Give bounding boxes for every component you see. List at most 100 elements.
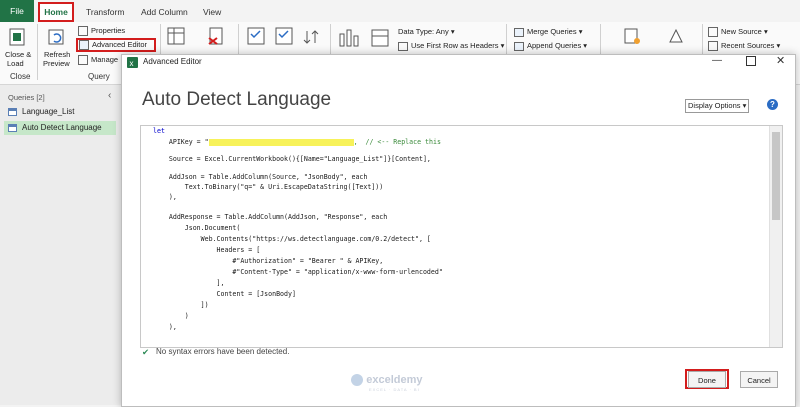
redacted-api-key <box>208 138 354 146</box>
code-text: #"Content-Type" = "application/x-www-for… <box>153 268 443 276</box>
append-queries-label: Append Queries <box>527 41 582 50</box>
close-load-label-2[interactable]: Load <box>7 59 24 68</box>
code-line: #"Content-Type" = "application/x-www-for… <box>153 267 443 277</box>
code-line: Json.Document( <box>153 223 241 233</box>
recent-sources-icon <box>708 41 718 52</box>
manage-button[interactable]: Manage <box>78 55 119 66</box>
tab-view[interactable]: View <box>203 4 221 20</box>
table-icon <box>8 123 17 132</box>
queries-pane: Queries [2] ‹ Language_List Auto Detect … <box>0 85 122 405</box>
properties-button[interactable]: Properties <box>78 26 125 37</box>
query-heading: Auto Detect Language <box>142 89 332 110</box>
code-text: Source = Excel.CurrentWorkbook(){[Name="… <box>153 155 431 163</box>
close-load-icon[interactable] <box>8 27 28 47</box>
azure-ml-icon[interactable] <box>666 26 686 46</box>
code-line: Web.Contents("https://ws.detectlanguage.… <box>153 234 431 244</box>
text-analytics-icon[interactable] <box>622 26 642 46</box>
svg-text:x: x <box>130 59 134 68</box>
display-options-label: Display Options <box>688 101 741 110</box>
done-button[interactable]: Done <box>688 371 726 388</box>
code-line: AddJson = Table.AddColumn(Source, "JsonB… <box>153 172 368 182</box>
maximize-icon[interactable] <box>746 56 756 66</box>
code-text: ), <box>153 193 177 201</box>
query-item-language-list[interactable]: Language_List <box>4 105 116 119</box>
new-source-icon <box>708 27 718 38</box>
remove-rows-icon[interactable] <box>274 26 294 46</box>
manage-icon <box>78 55 88 66</box>
code-line: let <box>153 126 165 136</box>
watermark-tagline: EXCEL · DATA · BI <box>369 387 420 392</box>
recent-sources-button[interactable]: Recent Sources ▾ <box>708 41 780 52</box>
advanced-editor-button[interactable]: Advanced Editor <box>79 40 148 51</box>
manage-label: Manage <box>91 55 119 64</box>
code-editor[interactable]: let APIKey = " , // <-- Replace this Sour… <box>140 125 783 348</box>
properties-icon <box>78 26 88 37</box>
code-line: Content = [JsonBody] <box>153 289 296 299</box>
code-line: ), <box>153 192 177 202</box>
code-line: ], <box>153 278 225 288</box>
dialog-titlebar: x Advanced Editor — ✕ <box>122 55 795 69</box>
append-queries-button[interactable]: Append Queries ▾ <box>514 41 587 51</box>
code-text: Web.Contents("https://ws.detectlanguage.… <box>153 235 431 243</box>
data-type-label: Data Type: Any <box>398 27 449 36</box>
code-comment: , // <-- Replace this <box>353 138 441 146</box>
group-by-icon[interactable] <box>370 28 392 48</box>
append-queries-icon <box>514 41 524 51</box>
query-item-label: Auto Detect Language <box>22 123 102 132</box>
close-icon[interactable]: ✕ <box>776 54 785 67</box>
advanced-editor-dialog: x Advanced Editor — ✕ Auto Detect Langua… <box>121 54 796 407</box>
code-line: Text.ToBinary("q=" & Uri.EscapeDataStrin… <box>153 182 384 192</box>
exceldemy-logo-icon <box>351 374 363 386</box>
table-icon <box>8 107 17 116</box>
editor-scrollbar[interactable] <box>769 126 782 347</box>
tab-home[interactable]: Home <box>38 2 74 22</box>
split-column-icon[interactable] <box>338 28 360 48</box>
ribbon-tabbar: File Home Transform Add Column View <box>0 0 800 22</box>
display-options-dropdown[interactable]: Display Options ▾ <box>685 99 750 113</box>
code-text: ]) <box>153 301 209 309</box>
cancel-button[interactable]: Cancel <box>740 371 778 388</box>
refresh-preview-label-1[interactable]: Refresh <box>44 50 70 59</box>
syntax-status: No syntax errors have been detected. <box>156 347 290 356</box>
remove-columns-icon[interactable] <box>206 26 226 46</box>
separator <box>37 24 38 80</box>
watermark-name: exceldemy <box>366 374 423 386</box>
tab-file[interactable]: File <box>0 0 34 22</box>
use-first-row-icon <box>398 41 408 51</box>
code-text: ) <box>153 312 189 320</box>
code-text: Json.Document( <box>153 224 241 232</box>
code-line: #"Authorization" = "Bearer " & APIKey, <box>153 256 383 266</box>
code-text: Headers = [ <box>153 246 261 254</box>
collapse-pane-icon[interactable]: ‹ <box>108 90 111 101</box>
query-item-label: Language_List <box>22 107 75 116</box>
choose-columns-icon[interactable] <box>166 26 186 46</box>
advanced-editor-label: Advanced Editor <box>92 40 148 49</box>
code-text: Text.ToBinary("q=" & Uri.EscapeDataStrin… <box>153 183 384 191</box>
excel-icon: x <box>127 57 138 68</box>
sort-icon[interactable] <box>302 28 322 48</box>
use-first-row-button[interactable]: Use First Row as Headers ▾ <box>398 41 504 51</box>
code-text: AddJson = Table.AddColumn(Source, "JsonB… <box>153 173 368 181</box>
help-icon[interactable]: ? <box>767 99 778 110</box>
tab-add-column[interactable]: Add Column <box>141 4 188 20</box>
close-load-label-1[interactable]: Close & <box>5 50 31 59</box>
refresh-icon[interactable] <box>46 26 68 48</box>
keep-rows-icon[interactable] <box>246 26 266 46</box>
query-item-auto-detect-language[interactable]: Auto Detect Language <box>4 121 116 135</box>
recent-sources-label: Recent Sources <box>721 41 775 50</box>
queries-header: Queries [2] <box>8 93 45 102</box>
minimize-icon[interactable]: — <box>712 55 722 66</box>
code-line: Source = Excel.CurrentWorkbook(){[Name="… <box>153 154 431 164</box>
code-line: Headers = [ <box>153 245 261 255</box>
code-text: #"Authorization" = "Bearer " & APIKey, <box>153 257 384 265</box>
code-line: APIKey = " , // <-- Replace this <box>153 137 441 147</box>
scrollbar-thumb[interactable] <box>772 132 780 220</box>
merge-queries-button[interactable]: Merge Queries ▾ <box>514 27 582 37</box>
code-area[interactable]: let APIKey = " , // <-- Replace this Sour… <box>141 126 769 331</box>
watermark: exceldemy EXCEL · DATA · BI <box>350 373 423 392</box>
refresh-preview-label-2[interactable]: Preview <box>43 59 70 68</box>
code-line: ]) <box>153 300 209 310</box>
new-source-button[interactable]: New Source ▾ <box>708 27 768 38</box>
data-type-dropdown[interactable]: Data Type: Any ▾ <box>398 27 455 36</box>
tab-transform[interactable]: Transform <box>86 4 124 20</box>
